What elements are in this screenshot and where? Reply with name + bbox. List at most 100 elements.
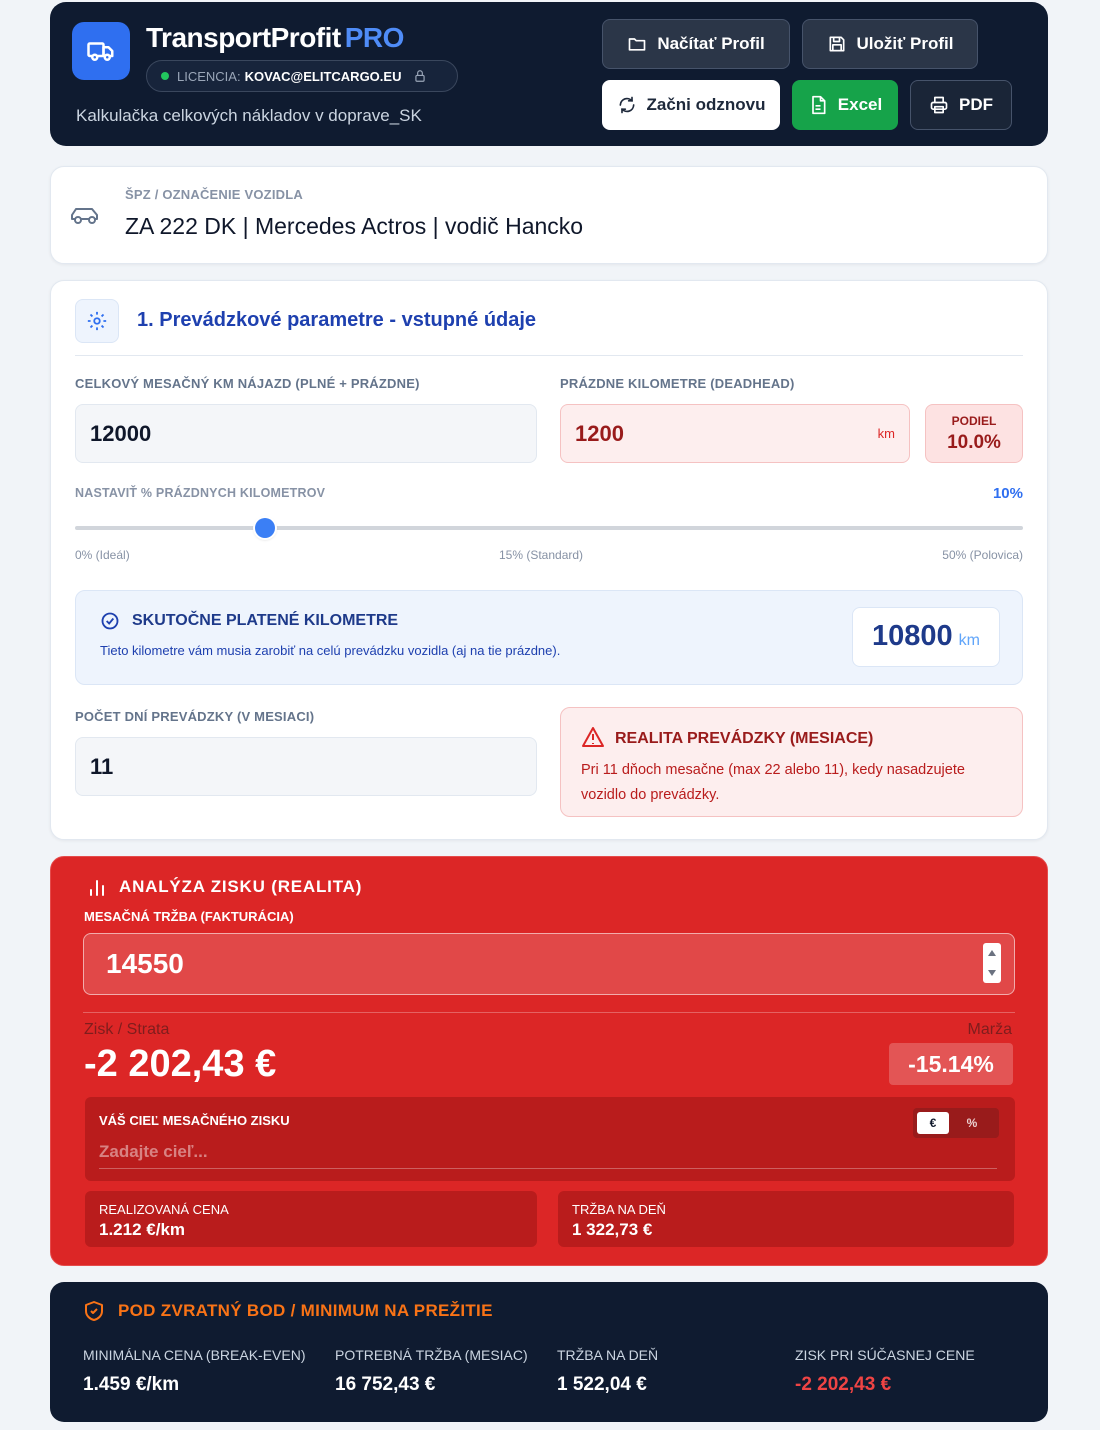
truck-logo-icon bbox=[72, 22, 130, 80]
goal-unit-toggle[interactable]: € % bbox=[913, 1108, 999, 1138]
margin-badge: -15.14% bbox=[889, 1043, 1013, 1085]
profit-analysis-panel: ANALÝZA ZISKU (REALITA) MESAČNÁ TRŽBA (F… bbox=[50, 856, 1048, 1266]
total-km-input[interactable]: 12000 bbox=[75, 404, 537, 463]
slider-mid-label: 15% (Standard) bbox=[499, 548, 584, 562]
break-even-panel: POD ZVRATNÝ BOD / MINIMUM NA PREŽITIE MI… bbox=[50, 1282, 1048, 1422]
app-name: TransportProfit bbox=[146, 22, 341, 53]
revenue-per-day-label: TRŽBA NA DEŇ bbox=[572, 1202, 666, 1217]
slider-thumb[interactable] bbox=[254, 518, 275, 538]
revenue-spinner[interactable] bbox=[983, 943, 1001, 983]
app-badge: PRO bbox=[344, 22, 405, 53]
realized-price-value: 1.212 €/km bbox=[99, 1220, 186, 1239]
needed-revenue-value: 16 752,43 € bbox=[335, 1374, 436, 1395]
realized-price-box: REALIZOVANÁ CENA 1.212 €/km bbox=[85, 1191, 537, 1247]
vehicle-card: ŠPZ / OZNAČENIE VOZIDLA ZA 222 DK | Merc… bbox=[50, 166, 1048, 264]
share-badge: PODIEL 10.0% bbox=[925, 404, 1023, 463]
status-dot bbox=[161, 72, 169, 80]
reality-desc: Pri 11 dňoch mesačne (max 22 alebo 11), … bbox=[581, 762, 965, 803]
toggle-percent-button[interactable]: % bbox=[953, 1112, 991, 1134]
margin-label: Marža bbox=[967, 1021, 1012, 1038]
bar-chart-icon bbox=[87, 877, 107, 902]
pdf-label: PDF bbox=[959, 95, 993, 114]
profit-value: -2 202,43 € bbox=[84, 1043, 277, 1085]
profit-label: Zisk / Strata bbox=[84, 1021, 170, 1038]
slider-max-label: 50% (Polovica) bbox=[942, 548, 1023, 562]
car-icon bbox=[69, 203, 101, 232]
empty-km-unit: km bbox=[877, 426, 895, 441]
profit-current-value: -2 202,43 € bbox=[795, 1374, 892, 1395]
days-input[interactable]: 11 bbox=[75, 737, 537, 796]
load-profile-button[interactable]: Načítať Profil bbox=[602, 19, 790, 69]
share-label: PODIEL bbox=[951, 414, 997, 428]
folder-icon bbox=[627, 34, 647, 54]
save-profile-label: Uložiť Profil bbox=[856, 34, 954, 53]
paid-km-title: SKUTOČNE PLATENÉ KILOMETRE bbox=[132, 612, 399, 629]
empty-km-input[interactable]: 1200 km bbox=[560, 404, 910, 463]
goal-input[interactable]: Zadajte cieľ... bbox=[99, 1139, 997, 1169]
operational-parameters-card: 1. Prevádzkové parametre - vstupné údaje… bbox=[50, 280, 1048, 840]
slider-min-label: 0% (Ideál) bbox=[75, 548, 130, 562]
app-subtitle: Kalkulačka celkových nákladov v doprave_… bbox=[76, 106, 422, 125]
slider-track[interactable] bbox=[75, 526, 1023, 530]
slider-value: 10% bbox=[992, 485, 1023, 502]
vehicle-plate-field[interactable]: ZA 222 DK | Mercedes Actros | vodič Hanc… bbox=[125, 213, 583, 240]
revenue-day-label: TRŽBA NA DEŇ bbox=[557, 1347, 659, 1363]
warning-triangle-icon bbox=[581, 726, 605, 753]
share-value: 10.0% bbox=[947, 432, 1001, 453]
section-divider bbox=[75, 355, 1023, 356]
empty-km-label: PRÁZDNE KILOMETRE (DEADHEAD) bbox=[560, 376, 795, 391]
license-badge: LICENCIA: KOVAC@ELITCARGO.EU bbox=[146, 60, 458, 92]
spreadsheet-icon bbox=[808, 95, 828, 115]
revenue-day-value: 1 522,04 € bbox=[557, 1374, 647, 1395]
revenue-value: 14550 bbox=[106, 948, 184, 979]
break-even-title: POD ZVRATNÝ BOD / MINIMUM NA PREŽITIE bbox=[118, 1301, 493, 1320]
total-km-label: CELKOVÝ MESAČNÝ KM NÁJAZD (PLNÉ + PRÁZDN… bbox=[75, 376, 420, 391]
revenue-input[interactable]: 14550 bbox=[83, 933, 1015, 995]
excel-label: Excel bbox=[837, 95, 883, 114]
restart-button[interactable]: Začni odznovu bbox=[602, 80, 780, 130]
printer-icon bbox=[929, 95, 949, 115]
app-header: TransportProfit PRO LICENCIA: KOVAC@ELITC… bbox=[50, 2, 1048, 146]
revenue-per-day-box: TRŽBA NA DEŇ 1 322,73 € bbox=[558, 1191, 1014, 1247]
excel-button[interactable]: Excel bbox=[792, 80, 898, 130]
lock-icon bbox=[413, 69, 427, 83]
shield-icon bbox=[84, 1300, 104, 1327]
check-circle-icon bbox=[100, 611, 120, 636]
goal-label: VÁŠ CIEĽ MESAČNÉHO ZISKU bbox=[99, 1113, 290, 1128]
paid-km-unit: km bbox=[958, 632, 980, 649]
min-price-label: MINIMÁLNA CENA (BREAK-EVEN) bbox=[83, 1347, 306, 1363]
toggle-eur-button[interactable]: € bbox=[917, 1112, 949, 1134]
analysis-divider bbox=[83, 1012, 1015, 1013]
restart-label: Začni odznovu bbox=[646, 95, 766, 114]
revenue-label: MESAČNÁ TRŽBA (FAKTURÁCIA) bbox=[84, 909, 294, 924]
vehicle-label: ŠPZ / OZNAČENIE VOZIDLA bbox=[125, 187, 303, 202]
revenue-per-day-value: 1 322,73 € bbox=[572, 1220, 653, 1239]
gear-icon bbox=[75, 299, 119, 343]
slider-label: NASTAVIŤ % PRÁZDNYCH KILOMETROV bbox=[75, 486, 326, 500]
save-icon bbox=[827, 34, 847, 54]
analysis-title: ANALÝZA ZISKU (REALITA) bbox=[119, 877, 363, 896]
section-title: 1. Prevádzkové parametre - vstupné údaje bbox=[137, 309, 537, 331]
spinner-up-icon[interactable] bbox=[987, 949, 997, 957]
min-price-value: 1.459 €/km bbox=[83, 1374, 180, 1395]
reality-warning-box: REALITA PREVÁDZKY (MESIACE) Pri 11 dňoch… bbox=[560, 707, 1023, 817]
license-label: LICENCIA: bbox=[177, 68, 241, 84]
days-label: POČET DNÍ PREVÁDZKY (V MESIACI) bbox=[75, 709, 315, 724]
pdf-button[interactable]: PDF bbox=[910, 80, 1012, 130]
paid-km-box: SKUTOČNE PLATENÉ KILOMETRE Tieto kilomet… bbox=[75, 590, 1023, 685]
paid-km-value-box: 10800 km bbox=[852, 607, 1000, 667]
reality-title: REALITA PREVÁDZKY (MESIACE) bbox=[615, 730, 874, 747]
license-email: KOVAC@ELITCARGO.EU bbox=[244, 68, 402, 84]
spinner-down-icon[interactable] bbox=[987, 969, 997, 977]
app-title: TransportProfit PRO bbox=[146, 22, 404, 54]
paid-km-value: 10800 bbox=[872, 620, 953, 652]
paid-km-desc: Tieto kilometre vám musia zarobiť na cel… bbox=[100, 643, 561, 658]
load-profile-label: Načítať Profil bbox=[657, 34, 765, 53]
needed-revenue-label: POTREBNÁ TRŽBA (MESIAC) bbox=[335, 1347, 528, 1363]
goal-box: VÁŠ CIEĽ MESAČNÉHO ZISKU Zadajte cieľ...… bbox=[85, 1097, 1015, 1181]
profit-current-label: ZISK PRI SÚČASNEJ CENE bbox=[795, 1347, 975, 1363]
empty-km-value: 1200 bbox=[575, 420, 624, 446]
refresh-icon bbox=[617, 95, 637, 115]
realized-price-label: REALIZOVANÁ CENA bbox=[99, 1202, 229, 1217]
save-profile-button[interactable]: Uložiť Profil bbox=[802, 19, 978, 69]
